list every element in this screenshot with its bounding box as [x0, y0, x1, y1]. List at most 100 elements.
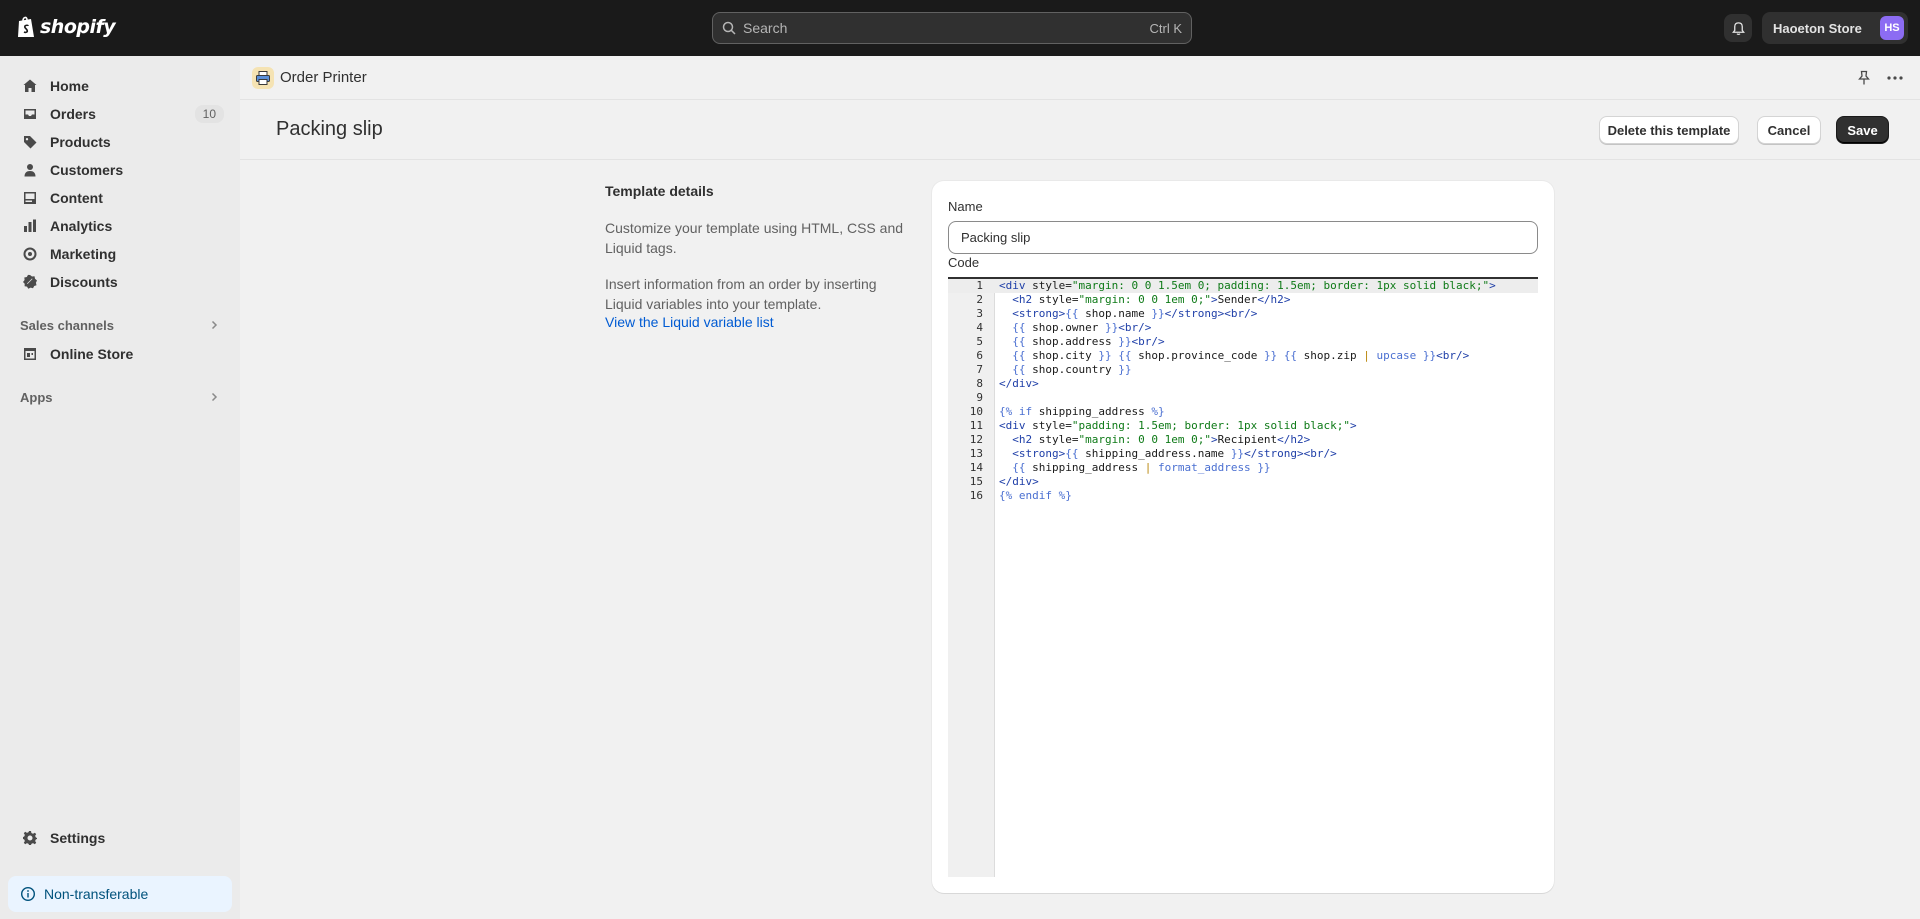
code-text: </div> — [999, 377, 1039, 390]
code-line[interactable]: 7 {{ shop.country }} — [948, 363, 1538, 377]
liquid-variable-list-link[interactable]: View the Liquid variable list — [605, 314, 774, 330]
code-line[interactable]: 4 {{ shop.owner }}<br/> — [948, 321, 1538, 335]
code-line[interactable]: 15 </div> — [948, 475, 1538, 489]
sidebar-item-settings[interactable]: Settings — [8, 824, 232, 852]
code-line[interactable]: 5 {{ shop.address }}<br/> — [948, 335, 1538, 349]
sidebar-item-label: Products — [50, 134, 111, 150]
sidebar-item-label: Home — [50, 78, 89, 94]
code-line[interactable]: 16 {% endif %} — [948, 489, 1538, 503]
sidebar-item-content[interactable]: Content — [8, 184, 232, 212]
page-title: Packing slip — [276, 118, 383, 140]
code-editor[interactable]: 1 <div style="margin: 0 0 1.5em 0; paddin… — [948, 277, 1538, 877]
line-number: 10 — [969, 405, 983, 418]
shopify-bag-icon — [18, 16, 34, 37]
code-text: <h2 style="margin: 0 0 1em 0;">Recipient… — [1012, 433, 1311, 446]
sidebar-item-analytics[interactable]: Analytics — [8, 212, 232, 240]
save-button[interactable]: Save — [1836, 116, 1889, 144]
name-label: Name — [948, 199, 983, 214]
code-text: {{ shop.address }}<br/> — [1012, 335, 1165, 348]
code-text: <h2 style="margin: 0 0 1em 0;">Sender</h… — [1012, 293, 1291, 306]
bell-icon — [1731, 21, 1745, 35]
content-icon — [24, 192, 36, 204]
sidebar-item-label: Marketing — [50, 246, 117, 262]
code-label: Code — [948, 255, 980, 270]
home-icon — [23, 79, 37, 92]
tag-icon — [24, 136, 37, 149]
details-instructions: Insert information from an order by inse… — [605, 276, 877, 312]
code-line[interactable]: 6 {{ shop.city }} {{ shop.province_code … — [948, 349, 1538, 363]
sales-channels-label: Sales channels — [20, 317, 114, 333]
code-line[interactable]: 8 </div> — [948, 377, 1538, 391]
info-icon — [20, 886, 36, 902]
notifications-button[interactable] — [1724, 14, 1752, 42]
more-options-icon[interactable] — [1886, 70, 1904, 86]
sidebar-item-customers[interactable]: Customers — [8, 156, 232, 184]
details-description: Customize your template using HTML, CSS … — [605, 220, 904, 256]
sidebar-item-label: Orders — [50, 106, 96, 122]
line-number: 9 — [976, 391, 983, 404]
code-line[interactable]: 3 <strong>{{ shop.name }}</strong><br/> — [948, 307, 1538, 321]
sidebar-item-products[interactable]: Products — [8, 128, 232, 156]
line-number: 7 — [976, 363, 983, 376]
code-text: {{ shipping_address | format_address }} — [1012, 461, 1271, 474]
gear-icon — [23, 831, 37, 845]
search-bar[interactable]: Search Ctrl K — [712, 12, 1192, 44]
sidebar-item-online-store[interactable]: Online Store — [8, 340, 232, 368]
sidebar-item-label: Discounts — [50, 274, 118, 290]
code-line[interactable]: 13 <strong>{{ shipping_address.name }}</… — [948, 447, 1538, 461]
line-number: 14 — [969, 461, 983, 474]
line-number: 6 — [976, 349, 983, 362]
printer-icon — [252, 67, 274, 89]
line-number: 5 — [976, 335, 983, 348]
delete-template-button[interactable]: Delete this template — [1599, 116, 1739, 144]
code-text: <strong>{{ shipping_address.name }}</str… — [1012, 447, 1337, 460]
sidebar-item-label: Content — [50, 190, 103, 206]
cancel-button[interactable]: Cancel — [1757, 116, 1821, 144]
code-line[interactable]: 1 <div style="margin: 0 0 1.5em 0; paddin… — [948, 279, 1538, 293]
code-text: {{ shop.owner }}<br/> — [1012, 321, 1152, 334]
code-line[interactable]: 11 <div style="padding: 1.5em; border: 1p… — [948, 419, 1538, 433]
chevron-right-icon — [211, 392, 218, 402]
code-line[interactable]: 9 — [948, 391, 1538, 405]
store-menu[interactable]: Haoeton Store HS — [1762, 12, 1908, 44]
sidebar-item-marketing[interactable]: Marketing — [8, 240, 232, 268]
sidebar-item-label: Settings — [50, 830, 106, 846]
code-line[interactable]: 10 {% if shipping_address %} — [948, 405, 1538, 419]
app-title: Order Printer — [280, 69, 367, 86]
code-text: <strong>{{ shop.name }}</strong><br/> — [1012, 307, 1258, 320]
sidebar-item-label: Online Store — [50, 346, 134, 362]
pin-icon[interactable] — [1856, 70, 1872, 86]
line-number: 15 — [969, 475, 983, 488]
store-name: Haoeton Store — [1773, 20, 1862, 36]
sales-channels-header[interactable]: Sales channels — [8, 313, 232, 337]
code-text: {{ shop.city }} {{ shop.province_code }}… — [1012, 349, 1470, 362]
non-transferable-banner[interactable]: Non-transferable — [8, 876, 232, 912]
shopify-logo[interactable]: shopify — [16, 15, 116, 39]
code-text: {% if shipping_address %} — [999, 405, 1165, 418]
code-text: <div style="margin: 0 0 1.5em 0; padding… — [999, 279, 1496, 292]
app-header: Order Printer — [240, 56, 1920, 100]
code-text: {{ shop.country }} — [1012, 363, 1132, 376]
sidebar-item-discounts[interactable]: Discounts — [8, 268, 232, 296]
apps-header[interactable]: Apps — [8, 385, 232, 409]
line-number: 3 — [976, 307, 983, 320]
code-text: {% endif %} — [999, 489, 1072, 502]
code-line[interactable]: 2 <h2 style="margin: 0 0 1em 0;">Sender<… — [948, 293, 1538, 307]
code-line[interactable]: 14 {{ shipping_address | format_address … — [948, 461, 1538, 475]
brand-name: shopify — [40, 16, 116, 38]
sidebar-item-home[interactable]: Home — [8, 72, 232, 100]
name-field[interactable] — [948, 221, 1538, 254]
template-details-title: Template details — [605, 183, 714, 199]
top-bar: shopify Search Ctrl K Haoeton Store HS — [0, 0, 1920, 56]
code-line[interactable]: 12 <h2 style="margin: 0 0 1em 0;">Recipi… — [948, 433, 1538, 447]
sidebar-item-orders[interactable]: Orders 10 — [8, 100, 232, 128]
chevron-right-icon — [211, 320, 218, 330]
code-text: </div> — [999, 475, 1039, 488]
search-shortcut: Ctrl K — [1149, 20, 1183, 36]
line-number: 12 — [969, 433, 983, 446]
template-form-card: Name Code 1 <div style="margin: 0 0 1.5em… — [932, 181, 1554, 893]
store-icon — [24, 348, 36, 360]
line-number: 1 — [976, 279, 983, 292]
non-transferable-label: Non-transferable — [44, 886, 149, 902]
page-header: Packing slip Delete this template Cancel… — [240, 100, 1920, 160]
